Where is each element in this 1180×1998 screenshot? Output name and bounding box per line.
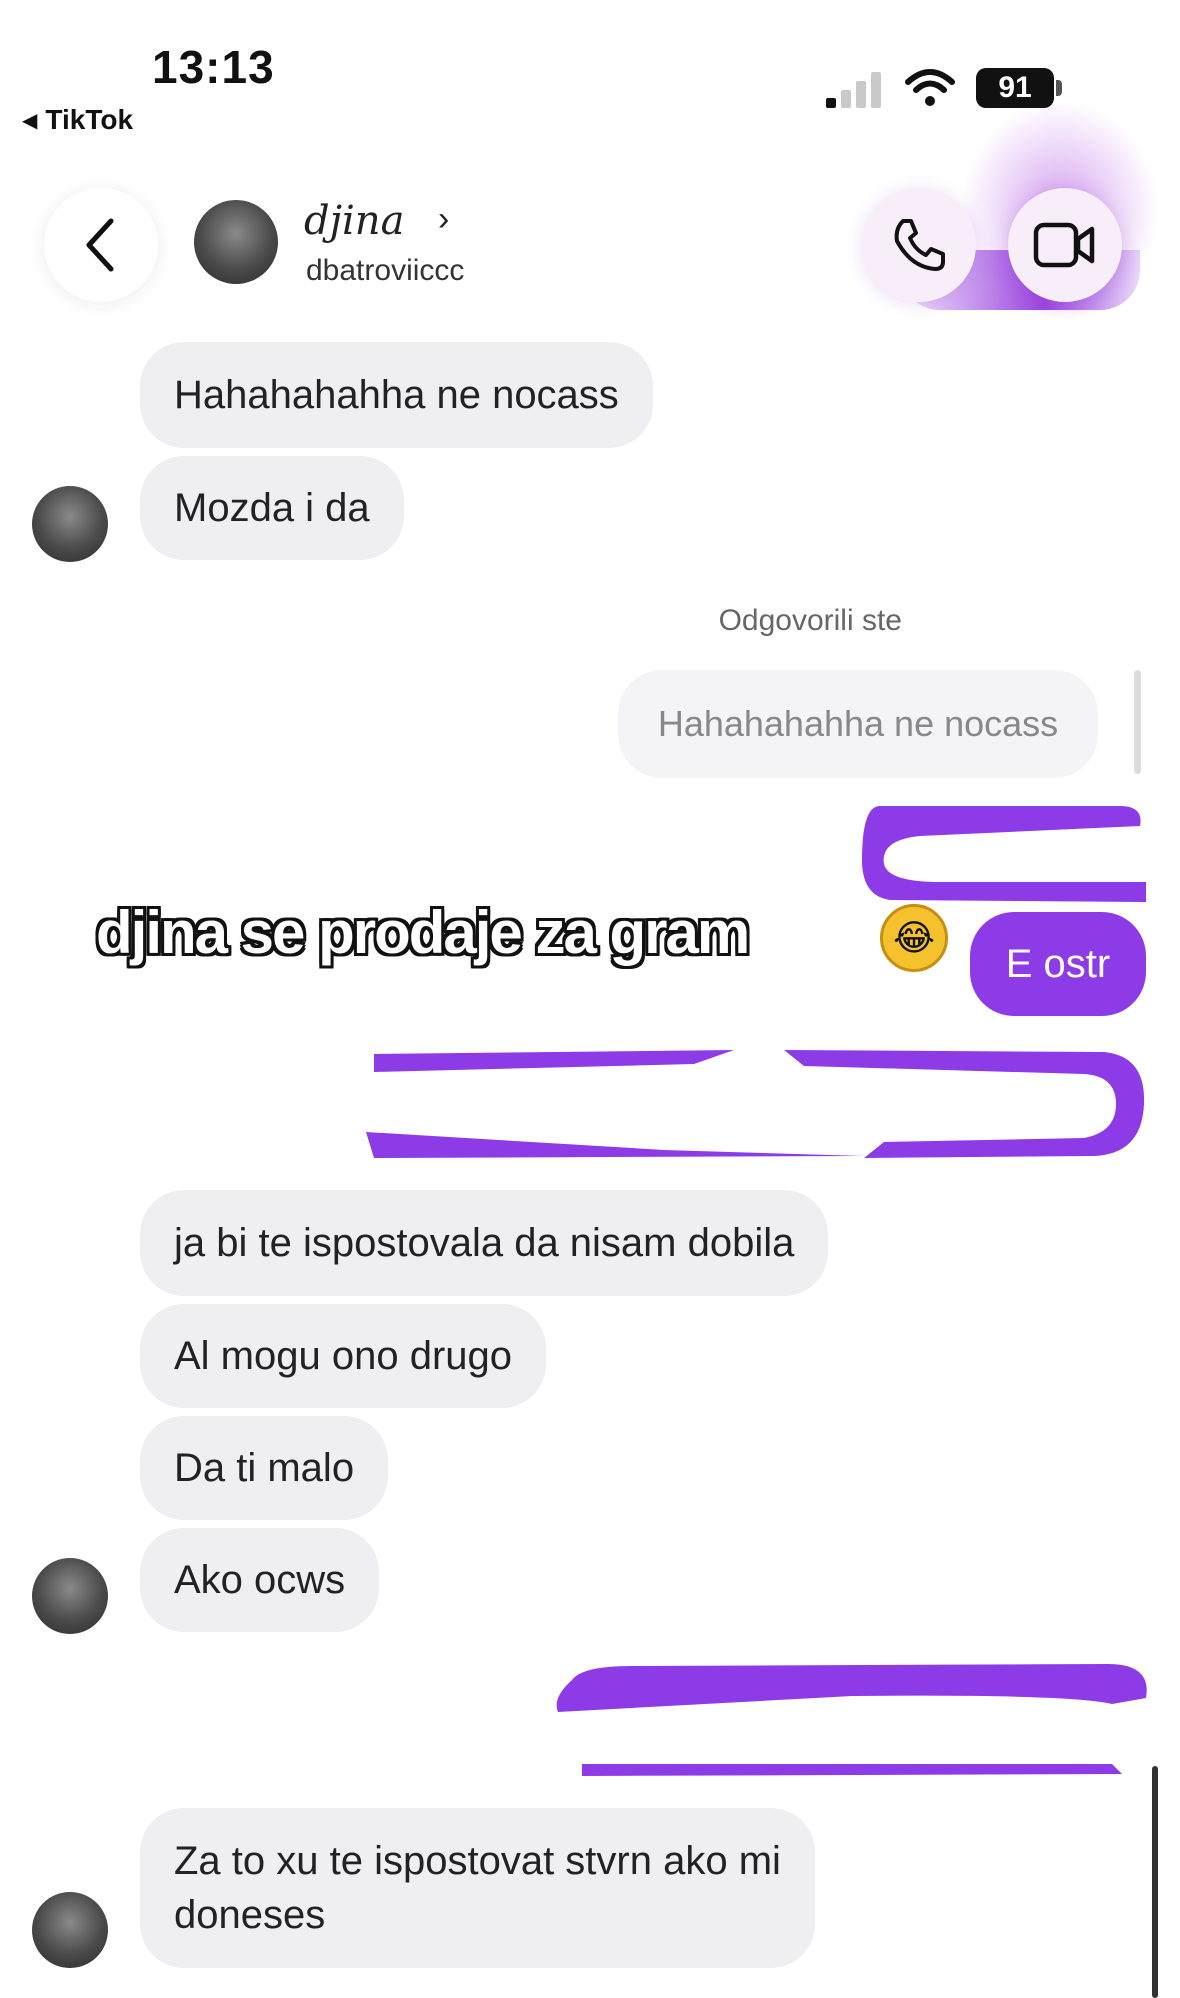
redacted-outgoing-message xyxy=(556,1664,1147,1776)
incoming-message[interactable]: Da ti malo xyxy=(140,1416,389,1520)
laughing-emoji-icon: 😂 xyxy=(880,904,948,972)
emoji-glyph: 😂 xyxy=(892,917,936,958)
message-line: doneses xyxy=(174,1893,326,1937)
video-camera-icon xyxy=(1033,222,1095,268)
back-triangle-icon: ◀ xyxy=(22,109,38,132)
replied-message-quote[interactable]: Hahahahahha ne nocass xyxy=(618,670,1098,778)
status-time: 13:13 xyxy=(152,41,275,93)
signal-strength-icon xyxy=(826,72,881,108)
overlay-caption: djina se prodaje za gram xyxy=(96,899,750,966)
contact-handle: dbatroviiccc xyxy=(306,254,465,287)
incoming-message[interactable]: Za to xu te ispostovat stvrn ako mi done… xyxy=(140,1808,815,1968)
sender-avatar[interactable] xyxy=(32,1558,108,1634)
redacted-outgoing-message xyxy=(366,1050,1145,1158)
back-arrow-icon xyxy=(86,218,114,272)
battery-tip xyxy=(1056,80,1062,96)
incoming-message[interactable]: Mozda i da xyxy=(140,456,404,560)
message-line: Za to xu te ispostovat stvrn ako mi xyxy=(174,1839,781,1883)
incoming-message[interactable]: Al mogu ono drugo xyxy=(140,1304,547,1408)
voice-call-button[interactable] xyxy=(862,188,976,302)
contact-avatar[interactable] xyxy=(194,200,278,284)
incoming-message[interactable]: ja bi te ispostovala da nisam dobila xyxy=(140,1190,829,1296)
back-to-app-link[interactable]: ◀ TikTok xyxy=(22,104,133,136)
sender-avatar[interactable] xyxy=(32,1892,108,1968)
phone-icon xyxy=(894,219,945,271)
wifi-icon xyxy=(905,69,955,106)
back-button[interactable] xyxy=(44,188,158,302)
reply-indicator-bar xyxy=(1134,670,1141,774)
video-call-button[interactable] xyxy=(1008,188,1122,302)
incoming-message[interactable]: Hahahahahha ne nocass xyxy=(140,342,653,448)
scrollbar[interactable] xyxy=(1152,1766,1158,1998)
redacted-outgoing-message xyxy=(862,806,1146,902)
back-app-label: TikTok xyxy=(45,104,134,135)
incoming-message[interactable]: Ako ocws xyxy=(140,1528,380,1632)
outgoing-message[interactable]: E ostr xyxy=(970,912,1146,1016)
reply-label: Odgovorili ste xyxy=(718,604,902,637)
contact-name[interactable]: djina xyxy=(304,198,404,244)
sender-avatar[interactable] xyxy=(32,486,108,562)
chevron-right-icon[interactable]: › xyxy=(438,200,449,239)
